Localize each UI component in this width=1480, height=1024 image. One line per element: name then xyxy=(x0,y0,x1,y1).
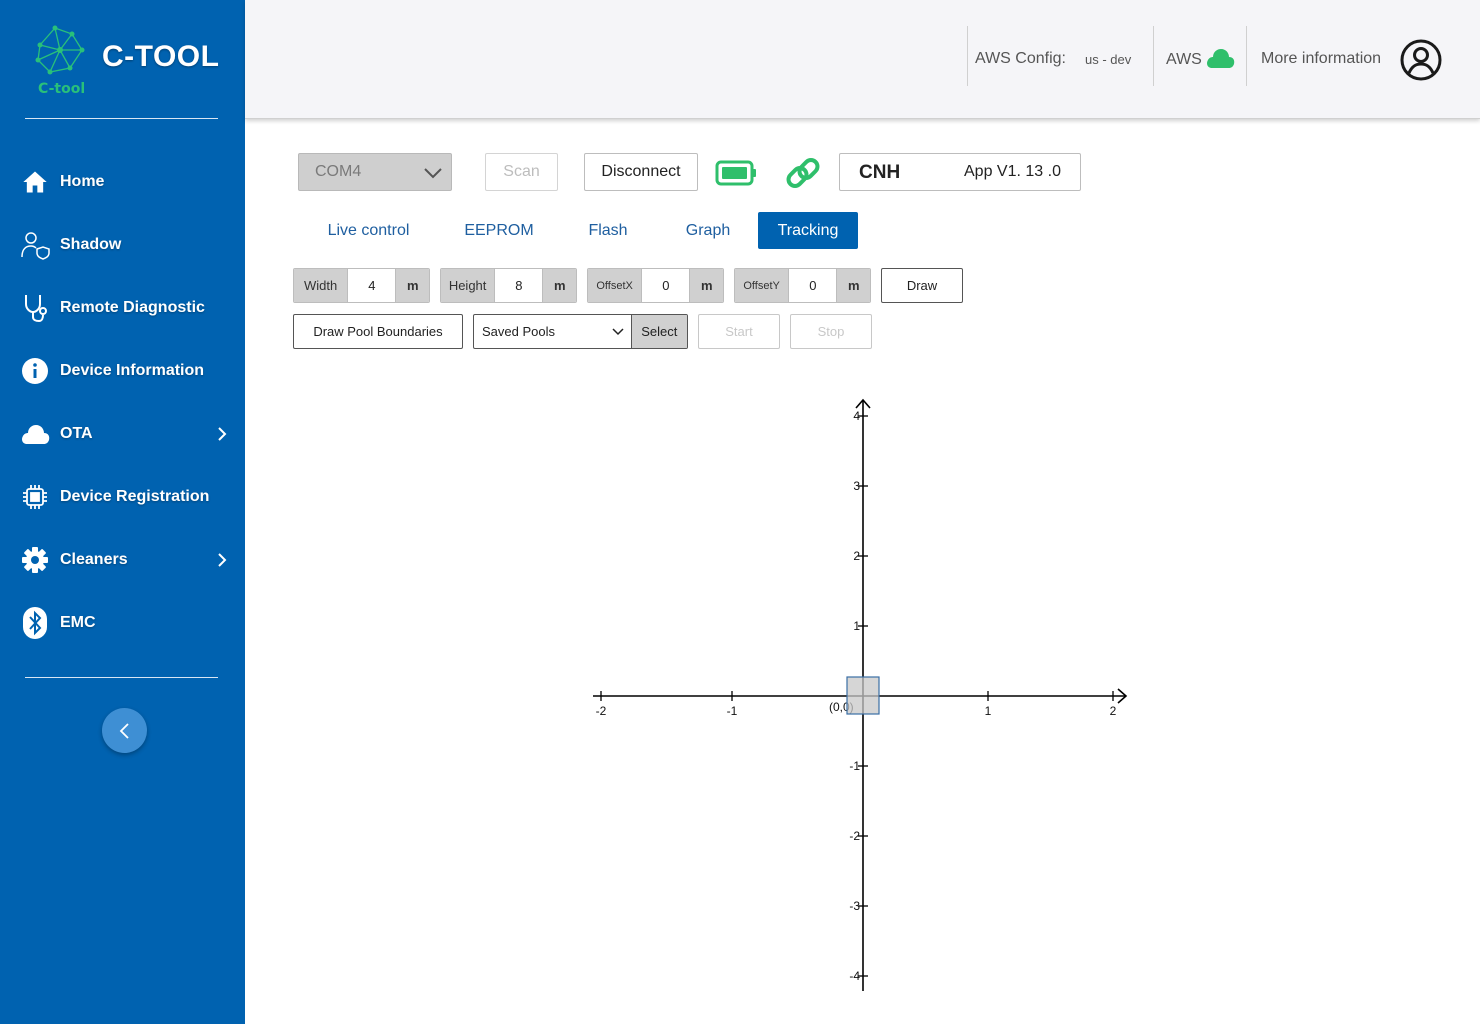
disconnect-button[interactable]: Disconnect xyxy=(584,153,698,191)
offset-y-label: OffsetY xyxy=(735,269,790,302)
width-input-group: Width 4 m xyxy=(293,268,430,303)
top-header: AWS Config: us - dev AWS More informatio… xyxy=(245,0,1480,119)
height-label: Height xyxy=(441,269,496,302)
stop-button[interactable]: Stop xyxy=(790,314,872,349)
sidebar-item-device-registration[interactable]: Device Registration xyxy=(0,472,245,522)
y-tick-label: -1 xyxy=(849,759,860,773)
app-logo: C-TOOL C-tool xyxy=(30,20,230,102)
header-divider xyxy=(1246,26,1247,86)
sidebar-item-label: Remote Diagnostic xyxy=(60,299,205,316)
chip-icon xyxy=(20,482,50,512)
header-divider xyxy=(1153,26,1154,86)
aws-config-value: us - dev xyxy=(1085,52,1132,67)
battery-icon xyxy=(715,160,756,186)
network-logo-icon xyxy=(35,25,85,75)
sidebar-item-ota[interactable]: OTA xyxy=(0,409,245,459)
sidebar-item-label: OTA xyxy=(60,425,93,442)
width-input[interactable]: 4 xyxy=(348,269,395,302)
offset-x-input[interactable]: 0 xyxy=(642,269,689,302)
stethoscope-icon xyxy=(20,293,50,323)
sidebar-divider xyxy=(25,118,218,119)
tab-graph[interactable]: Graph xyxy=(670,212,746,249)
tracking-plot[interactable]: -2 -1 1 24321-1-2-3-4(0,0) xyxy=(590,395,1140,1000)
more-information-link[interactable]: More information xyxy=(1261,50,1381,68)
offset-y-input-group: OffsetY 0 m xyxy=(734,268,871,303)
saved-pools-select[interactable]: Saved Pools xyxy=(474,315,631,348)
saved-pools-value: Saved Pools xyxy=(482,324,555,339)
chevron-right-icon xyxy=(218,427,227,441)
tab-eeprom[interactable]: EEPROM xyxy=(452,212,546,249)
sidebar-item-label: Device Information xyxy=(60,362,205,379)
height-unit: m xyxy=(542,269,576,302)
height-input[interactable]: 8 xyxy=(495,269,542,302)
start-button[interactable]: Start xyxy=(698,314,780,349)
x-tick-label: -2 xyxy=(596,704,607,718)
y-tick-label: -4 xyxy=(849,969,860,983)
chevron-down-icon xyxy=(612,328,624,336)
sidebar-item-label: Cleaners xyxy=(60,551,128,568)
gear-icon xyxy=(20,545,50,575)
device-name: CNH xyxy=(859,162,901,183)
offset-x-unit: m xyxy=(689,269,723,302)
offset-x-input-group: OffsetX 0 m xyxy=(587,268,724,303)
link-connected-icon xyxy=(786,158,820,188)
port-select[interactable]: COM4 xyxy=(298,153,452,191)
tab-live-control[interactable]: Live control xyxy=(310,212,427,249)
collapse-sidebar-button[interactable] xyxy=(102,708,147,753)
x-tick-label: -1 xyxy=(727,704,738,718)
app-version: App V1. 13 .0 xyxy=(964,163,1061,180)
cloud-status-icon xyxy=(1207,49,1235,68)
bluetooth-icon xyxy=(20,607,50,639)
home-icon xyxy=(20,167,50,197)
sidebar-item-label: EMC xyxy=(60,614,96,631)
sidebar-item-shadow[interactable]: Shadow xyxy=(0,220,245,270)
chevron-down-icon xyxy=(424,168,442,179)
select-pool-button[interactable]: Select xyxy=(630,315,687,348)
sidebar-item-device-information[interactable]: Device Information xyxy=(0,346,245,396)
x-tick-label: 1 xyxy=(985,704,992,718)
sidebar-item-label: Shadow xyxy=(60,236,122,253)
user-account-icon[interactable] xyxy=(1400,39,1442,81)
app-subtitle: C-tool xyxy=(38,81,86,97)
sidebar-item-label: Device Registration xyxy=(60,488,210,505)
y-tick-label: 1 xyxy=(853,619,860,633)
cloud-icon xyxy=(20,419,50,449)
offset-y-unit: m xyxy=(836,269,870,302)
app-title: C-TOOL xyxy=(102,40,220,73)
aws-status-label: AWS xyxy=(1166,51,1202,68)
offset-y-input[interactable]: 0 xyxy=(789,269,836,302)
device-position-marker xyxy=(846,676,880,715)
sidebar-item-cleaners[interactable]: Cleaners xyxy=(0,535,245,585)
header-divider xyxy=(967,26,968,86)
y-tick-label: 2 xyxy=(853,549,860,563)
chevron-right-icon xyxy=(218,553,227,567)
info-icon xyxy=(20,356,50,386)
x-tick-label: 2 xyxy=(1110,704,1117,718)
tab-tracking[interactable]: Tracking xyxy=(758,212,858,249)
aws-config-label: AWS Config: xyxy=(975,50,1066,67)
chevron-left-icon xyxy=(119,722,129,739)
y-tick-label: -2 xyxy=(849,829,860,843)
y-tick-label: -3 xyxy=(849,899,860,913)
sidebar: C-TOOL C-tool Home Shadow Remote Diagnos… xyxy=(0,0,245,1024)
port-select-value: COM4 xyxy=(315,163,362,180)
y-tick-label: 3 xyxy=(853,479,860,493)
sidebar-item-home[interactable]: Home xyxy=(0,157,245,207)
user-shield-icon xyxy=(20,230,50,260)
draw-button[interactable]: Draw xyxy=(881,268,963,303)
sidebar-item-remote-diagnostic[interactable]: Remote Diagnostic xyxy=(0,283,245,333)
tab-flash[interactable]: Flash xyxy=(570,212,646,249)
height-input-group: Height 8 m xyxy=(440,268,577,303)
draw-pool-boundaries-button[interactable]: Draw Pool Boundaries xyxy=(293,314,463,349)
offset-x-label: OffsetX xyxy=(588,269,643,302)
width-label: Width xyxy=(294,269,349,302)
saved-pools-select-group: Saved Pools Select xyxy=(473,314,688,349)
sidebar-divider xyxy=(25,677,218,678)
sidebar-item-label: Home xyxy=(60,173,105,190)
y-tick-label: 4 xyxy=(853,409,860,423)
device-info-box: CNH App V1. 13 .0 xyxy=(839,153,1081,191)
scan-button[interactable]: Scan xyxy=(485,153,558,191)
sidebar-item-emc[interactable]: EMC xyxy=(0,598,245,648)
width-unit: m xyxy=(395,269,429,302)
